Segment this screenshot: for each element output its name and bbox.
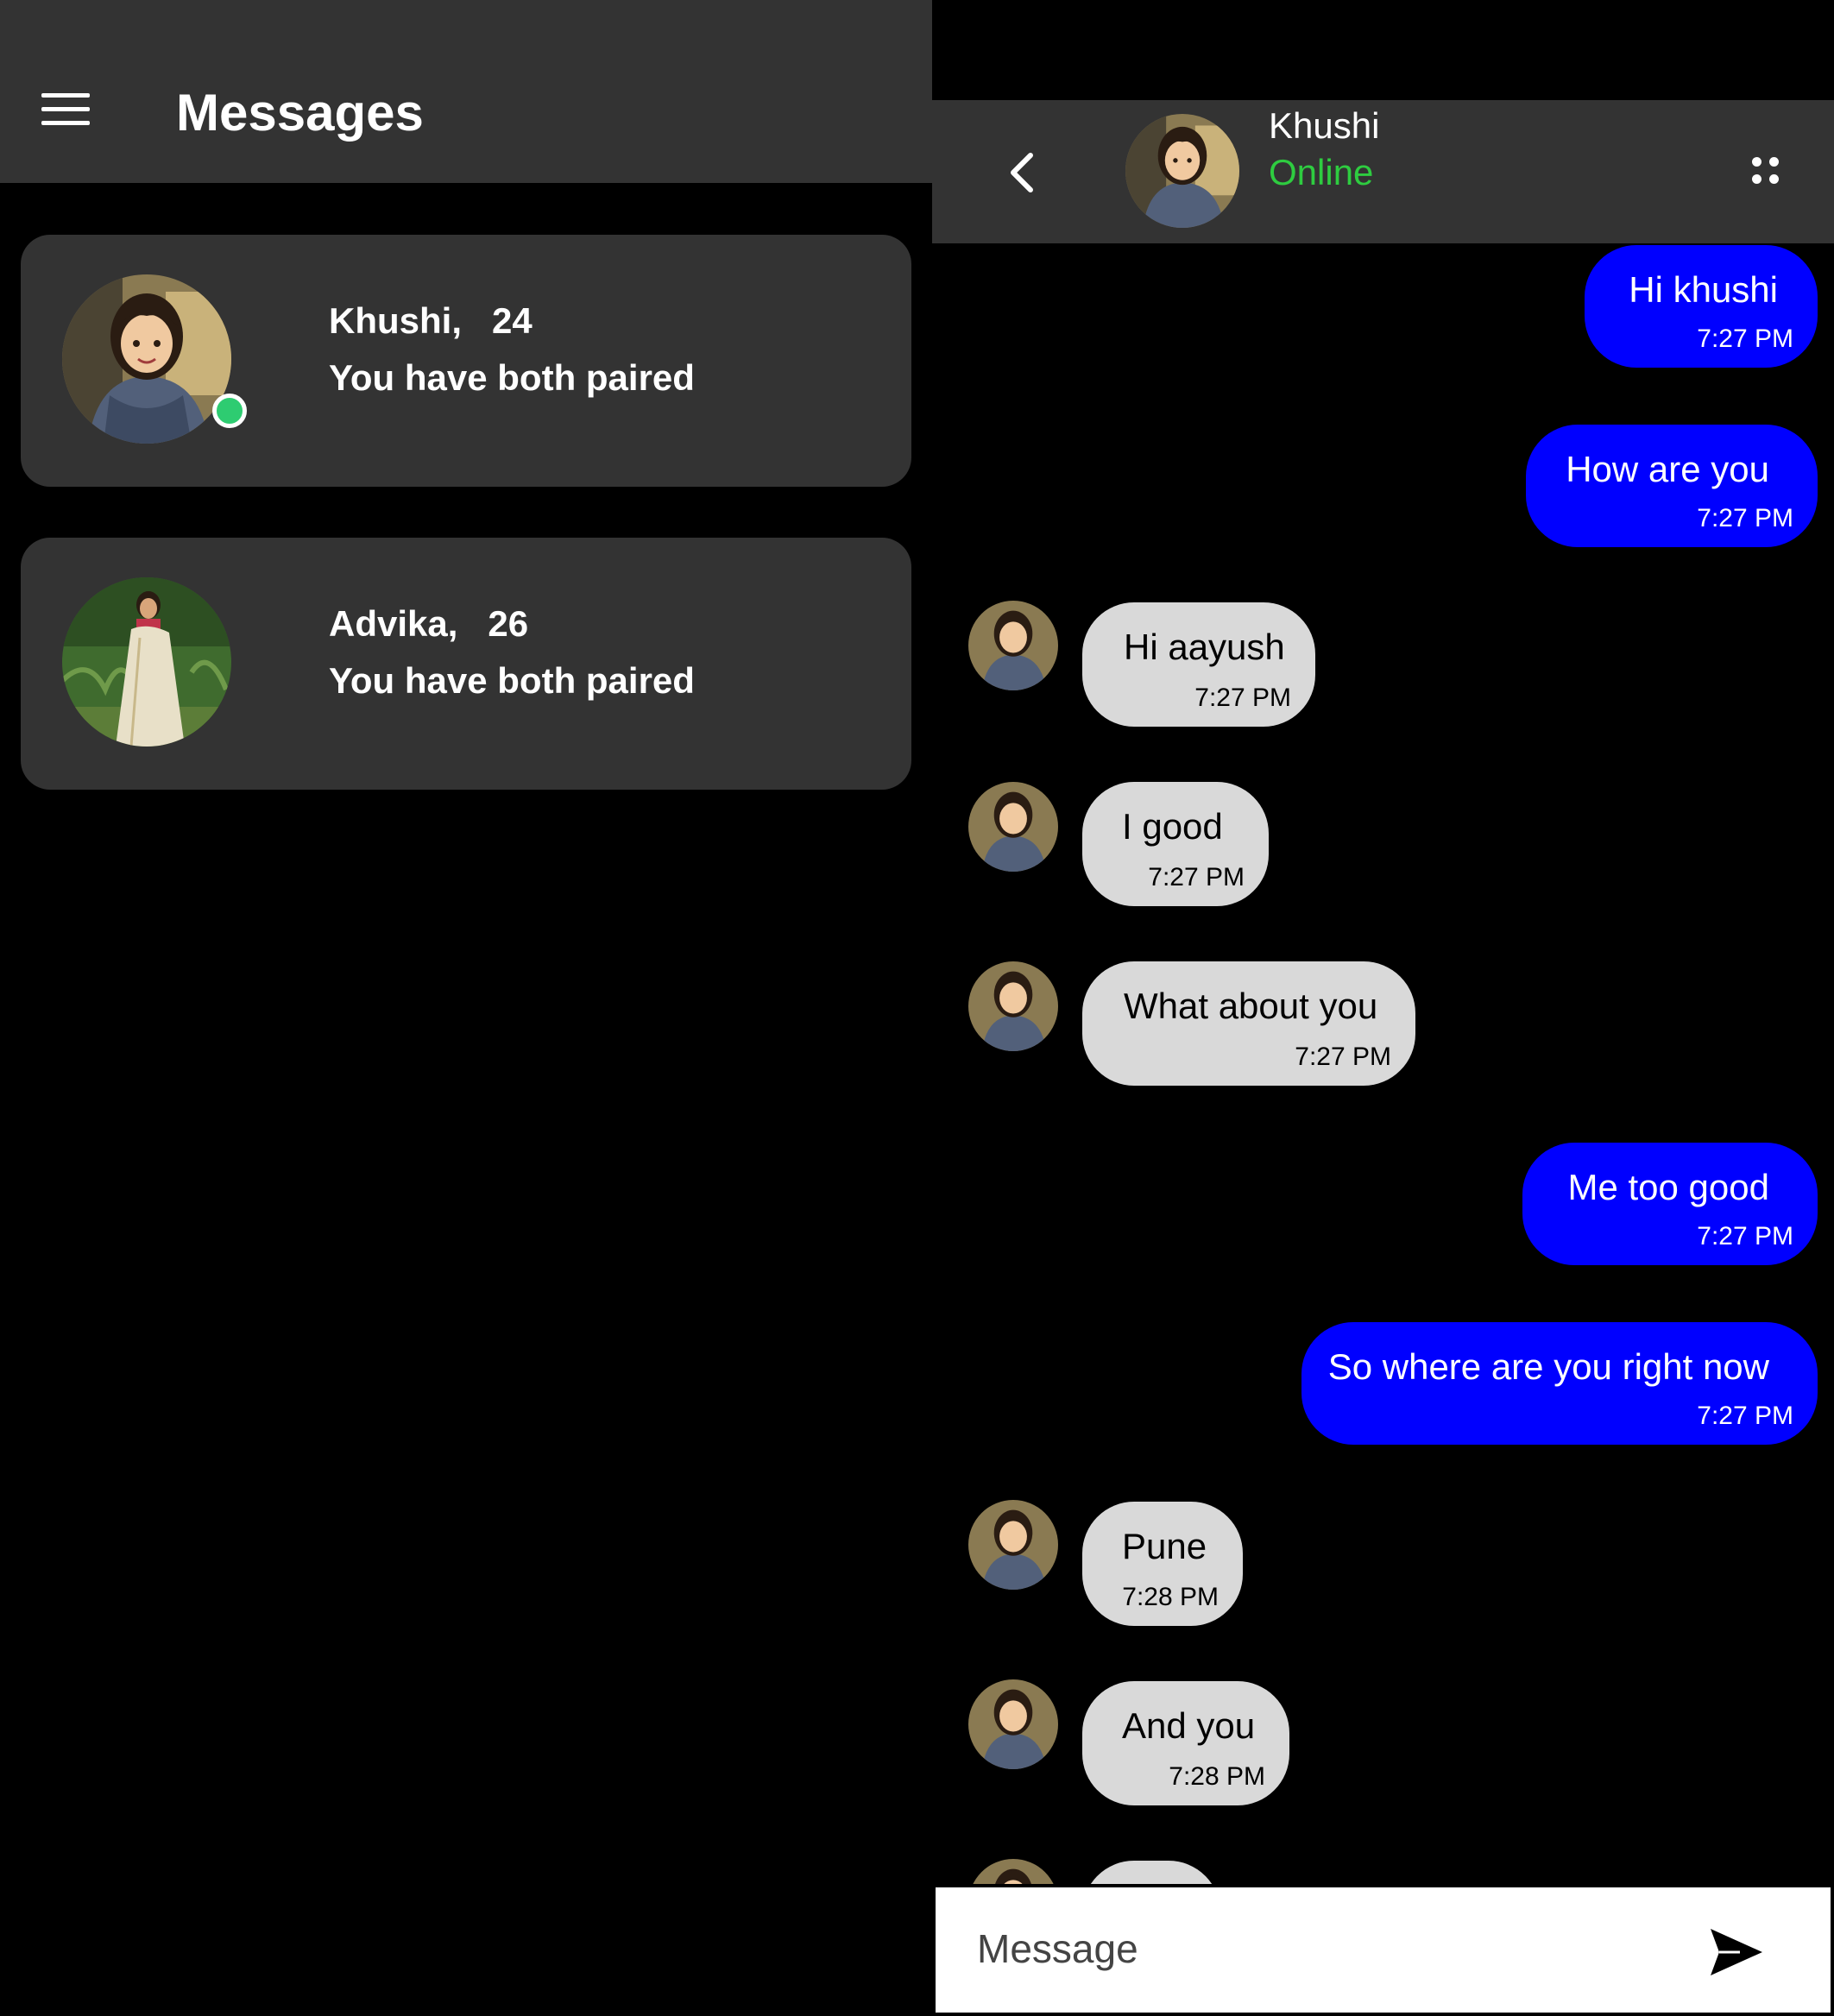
- match-subtitle: You have both paired: [329, 357, 695, 398]
- hamburger-menu-icon[interactable]: [41, 91, 91, 126]
- sender-avatar: [968, 601, 1058, 690]
- message-composer: [932, 1884, 1834, 2016]
- sender-avatar: [968, 961, 1058, 1051]
- message-bubble-sent[interactable]: Me too good 7:27 PM: [1522, 1143, 1818, 1265]
- message-text: What about you: [1124, 986, 1378, 1026]
- message-time: 7:27 PM: [1697, 504, 1793, 532]
- message-text: And you: [1122, 1705, 1256, 1746]
- match-age: 24: [492, 300, 533, 341]
- app-bar: Messages: [0, 0, 932, 183]
- message-time: 7:27 PM: [1697, 1402, 1793, 1430]
- message-bubble-sent[interactable]: So where are you right now 7:27 PM: [1301, 1322, 1818, 1445]
- message-time: 7:27 PM: [1148, 863, 1245, 891]
- message-time: 7:28 PM: [1122, 1583, 1219, 1611]
- avatar: [62, 577, 231, 747]
- chevron-left-icon[interactable]: [996, 147, 1048, 198]
- sender-avatar: [968, 1679, 1058, 1769]
- message-time: 7:27 PM: [1697, 324, 1793, 353]
- message-text: So where are you right now: [1327, 1346, 1769, 1387]
- contact-avatar[interactable]: [1125, 114, 1239, 228]
- page-title: Messages: [176, 84, 424, 142]
- message-time: 7:27 PM: [1697, 1222, 1793, 1251]
- match-card-advika[interactable]: Advika, 26 You have both paired: [21, 538, 911, 790]
- message-text: Me too good: [1567, 1167, 1769, 1207]
- message-bubble-received[interactable]: Hi aayush 7:27 PM: [1082, 602, 1315, 727]
- more-options-icon[interactable]: [1743, 147, 1795, 198]
- match-name: Khushi,: [329, 300, 462, 341]
- chat-header: Khushi Online: [932, 100, 1834, 243]
- chat-screen: Khushi Online Hi khushi 7:27 PM How are …: [932, 0, 1834, 2016]
- message-text: Hi aayush: [1124, 627, 1285, 667]
- contact-name: Khushi: [1269, 105, 1380, 146]
- send-icon[interactable]: [1705, 1924, 1766, 1981]
- message-bubble-received[interactable]: Pune 7:28 PM: [1082, 1502, 1243, 1626]
- match-name-age: Advika, 26: [329, 603, 528, 645]
- message-text: I good: [1122, 806, 1223, 847]
- message-input[interactable]: [975, 1913, 1669, 1984]
- match-card-khushi[interactable]: Khushi, 24 You have both paired: [21, 235, 911, 487]
- sender-avatar: [968, 782, 1058, 872]
- avatar: [62, 274, 231, 444]
- contact-status: Online: [1269, 152, 1374, 192]
- match-name: Advika,: [329, 603, 458, 644]
- message-bubble-received[interactable]: What about you 7:27 PM: [1082, 961, 1415, 1086]
- message-time: 7:28 PM: [1169, 1762, 1265, 1791]
- message-text: Hi khushi: [1629, 269, 1778, 310]
- online-status-indicator: [212, 394, 247, 428]
- message-text: Pune: [1122, 1526, 1207, 1566]
- match-subtitle: You have both paired: [329, 660, 695, 701]
- messages-screen: Messages Khushi, 24 You have both paired: [0, 0, 932, 2016]
- message-bubble-received[interactable]: I good 7:27 PM: [1082, 782, 1269, 906]
- sender-avatar: [968, 1500, 1058, 1590]
- match-name-age: Khushi, 24: [329, 300, 533, 342]
- match-age: 26: [488, 603, 529, 644]
- message-bubble-sent[interactable]: Hi khushi 7:27 PM: [1585, 245, 1818, 368]
- message-bubble-received[interactable]: And you 7:28 PM: [1082, 1681, 1289, 1805]
- message-bubble-sent[interactable]: How are you 7:27 PM: [1526, 425, 1818, 547]
- message-time: 7:27 PM: [1295, 1043, 1391, 1071]
- message-text: How are you: [1566, 449, 1769, 489]
- message-time: 7:27 PM: [1194, 684, 1291, 712]
